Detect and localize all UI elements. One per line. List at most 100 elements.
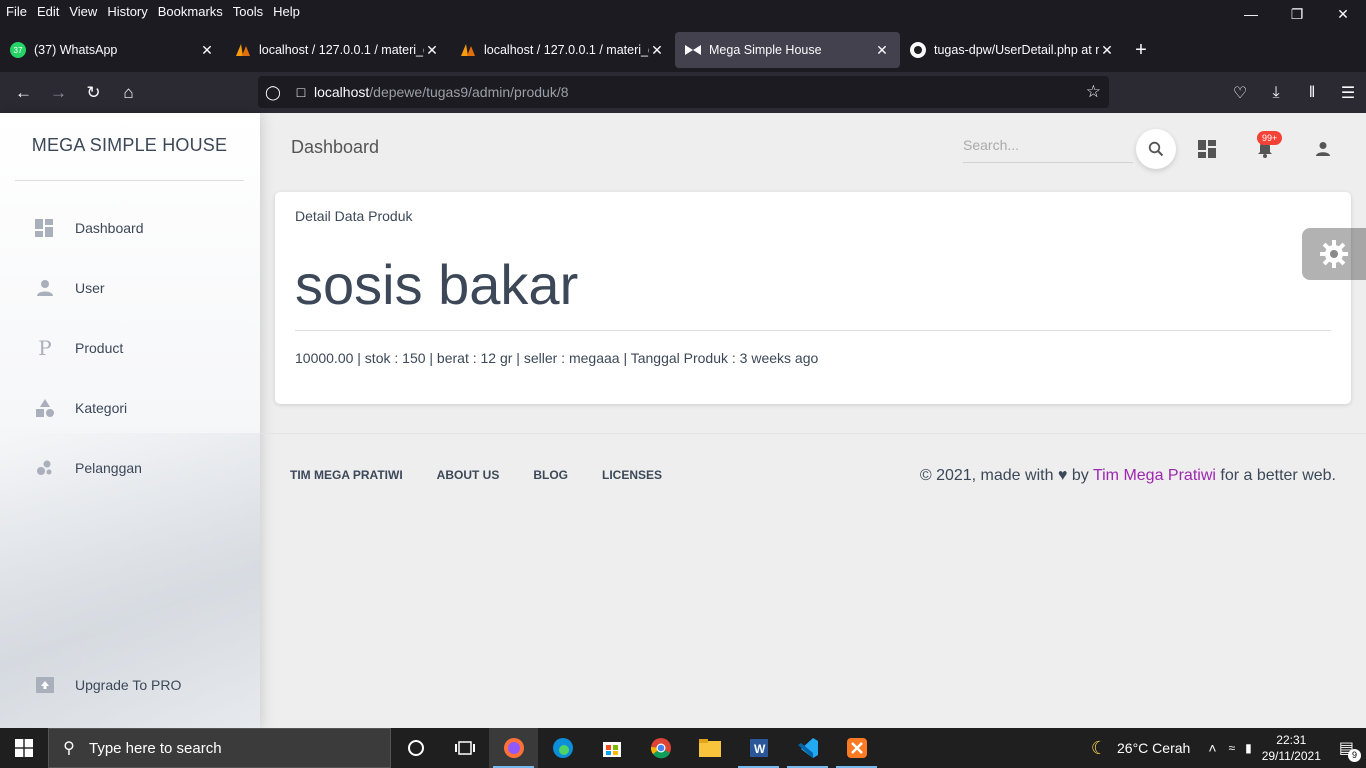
reload-icon[interactable]: ↻: [76, 77, 111, 109]
svg-text:W: W: [754, 742, 766, 756]
wifi-icon[interactable]: ≈: [1229, 741, 1236, 755]
product-detail-card: Detail Data Produk sosis bakar 10000.00 …: [275, 192, 1351, 404]
home-icon[interactable]: ⌂: [111, 77, 146, 109]
sidebar-item-kategori[interactable]: Kategori: [34, 397, 127, 419]
vscode-icon[interactable]: [783, 728, 832, 768]
minimize-icon[interactable]: —: [1228, 0, 1274, 28]
search-icon: [1148, 141, 1164, 157]
search-input[interactable]: Search...: [963, 135, 1133, 163]
tab-title: localhost / 127.0.0.1 / materi_do: [259, 43, 424, 57]
page-navbar: Dashboard Search... 99+: [260, 113, 1366, 188]
menu-edit[interactable]: Edit: [32, 0, 64, 24]
tab-github[interactable]: tugas-dpw/UserDetail.php at m ✕: [900, 32, 1125, 68]
weather-moon-icon[interactable]: ☾: [1091, 738, 1107, 759]
forward-icon[interactable]: →: [41, 77, 76, 109]
close-tab-icon[interactable]: ✕: [424, 42, 440, 59]
menu-history[interactable]: History: [102, 0, 152, 24]
upgrade-label: Upgrade To PRO: [75, 677, 182, 693]
phpmyadmin-icon: [460, 42, 476, 58]
footer-link-licenses[interactable]: LICENSES: [602, 468, 662, 482]
star-icon[interactable]: ☆: [1086, 82, 1101, 102]
footer-link-about[interactable]: ABOUT US: [437, 468, 500, 482]
menu-help[interactable]: Help: [268, 0, 305, 24]
close-tab-icon[interactable]: ✕: [874, 42, 890, 59]
cortana-icon[interactable]: [391, 728, 440, 768]
phpmyadmin-icon: [235, 42, 251, 58]
footer-link-team[interactable]: TIM MEGA PRATIWI: [290, 468, 403, 482]
category-icon: [34, 397, 56, 419]
close-tab-icon[interactable]: ✕: [199, 42, 215, 59]
page-icon: □: [296, 84, 306, 100]
tab-mega-simple-house[interactable]: Mega Simple House ✕: [675, 32, 900, 68]
brand-logo[interactable]: MEGA SIMPLE HOUSE: [15, 135, 244, 181]
sidebar-item-product[interactable]: P Product: [34, 336, 123, 360]
menu-file[interactable]: File: [0, 0, 32, 24]
heart-icon: ♥: [1057, 467, 1068, 484]
close-window-icon[interactable]: ✕: [1320, 0, 1366, 28]
nav-bar: ← → ↻ ⌂ ◯ □ localhost/depewe/tugas9/admi…: [0, 72, 1366, 113]
sidebar-item-label: User: [75, 280, 105, 296]
close-tab-icon[interactable]: ✕: [1099, 42, 1115, 59]
start-button[interactable]: [0, 728, 48, 768]
menu-view[interactable]: View: [64, 0, 102, 24]
footer-links: TIM MEGA PRATIWI ABOUT US BLOG LICENSES: [290, 468, 696, 482]
hamburger-menu-icon[interactable]: ☰: [1330, 83, 1366, 103]
chrome-icon[interactable]: [636, 728, 685, 768]
dashboard-icon: [34, 217, 56, 239]
menu-tools[interactable]: Tools: [228, 0, 268, 24]
taskbar-search[interactable]: ⚲ Type here to search: [48, 728, 391, 768]
back-icon[interactable]: ←: [6, 77, 41, 109]
gear-icon: [1320, 240, 1348, 268]
github-icon: [910, 42, 926, 58]
close-tab-icon[interactable]: ✕: [649, 42, 665, 59]
store-icon[interactable]: [587, 728, 636, 768]
system-tray: ☾ 26°C Cerah ˄ ≈ ▮ 22:31 29/11/2021 ▤ 9: [1091, 728, 1366, 768]
copyright-by: by: [1071, 467, 1089, 484]
library-icon[interactable]: ‖: [1294, 84, 1330, 102]
divider: [295, 330, 1331, 331]
person-icon: [34, 277, 56, 299]
file-explorer-icon[interactable]: [685, 728, 734, 768]
copyright-link[interactable]: Tim Mega Pratiwi: [1093, 467, 1216, 484]
new-tab-icon[interactable]: +: [1125, 39, 1157, 62]
windows-logo-icon: [15, 739, 33, 757]
xampp-icon[interactable]: [832, 728, 881, 768]
battery-icon[interactable]: ▮: [1245, 741, 1252, 755]
product-info: 10000.00 | stok : 150 | berat : 12 gr | …: [295, 350, 819, 366]
dashboard-icon[interactable]: [1195, 137, 1219, 161]
word-icon[interactable]: W: [734, 728, 783, 768]
upgrade-to-pro-button[interactable]: Upgrade To PRO: [34, 674, 181, 696]
sidebar-item-pelanggan[interactable]: Pelanggan: [34, 457, 142, 479]
firefox-icon[interactable]: [489, 728, 538, 768]
restore-icon[interactable]: ❐: [1274, 0, 1320, 28]
bowtie-icon: [685, 42, 701, 58]
pocket-icon[interactable]: ♡: [1222, 83, 1258, 103]
page-title[interactable]: Dashboard: [291, 137, 379, 158]
sidebar-item-label: Pelanggan: [75, 460, 142, 476]
url-path: /depewe/tugas9/admin/produk/8: [369, 84, 569, 100]
sidebar-item-dashboard[interactable]: Dashboard: [34, 217, 144, 239]
sidebar-item-label: Dashboard: [75, 220, 144, 236]
edge-icon[interactable]: [538, 728, 587, 768]
shield-icon[interactable]: ◯: [258, 84, 288, 101]
tab-whatsapp[interactable]: 37 (37) WhatsApp ✕: [0, 32, 225, 68]
tab-phpmyadmin-1[interactable]: localhost / 127.0.0.1 / materi_do ✕: [225, 32, 450, 68]
fixed-plugin-settings-button[interactable]: [1302, 228, 1366, 280]
notification-count: 9: [1348, 749, 1361, 762]
copyright: © 2021, made with ♥ by Tim Mega Pratiwi …: [920, 467, 1336, 485]
download-icon[interactable]: ⤓: [1258, 84, 1294, 102]
tab-phpmyadmin-2[interactable]: localhost / 127.0.0.1 / materi_do ✕: [450, 32, 675, 68]
url-bar[interactable]: ◯ □ localhost/depewe/tugas9/admin/produk…: [258, 76, 1109, 108]
menu-bookmarks[interactable]: Bookmarks: [153, 0, 228, 24]
person-icon[interactable]: [1311, 137, 1335, 161]
sidebar-item-user[interactable]: User: [34, 277, 105, 299]
footer-divider: [260, 433, 1366, 434]
task-view-icon[interactable]: [440, 728, 489, 768]
footer-link-blog[interactable]: BLOG: [533, 468, 568, 482]
weather-text[interactable]: 26°C Cerah: [1117, 740, 1190, 756]
notification-center-icon[interactable]: ▤ 9: [1339, 738, 1361, 762]
chevron-up-icon[interactable]: ˄: [1208, 740, 1216, 756]
clock[interactable]: 22:31 29/11/2021: [1262, 732, 1321, 764]
search-button[interactable]: [1136, 129, 1176, 169]
tab-title: Mega Simple House: [709, 43, 822, 57]
